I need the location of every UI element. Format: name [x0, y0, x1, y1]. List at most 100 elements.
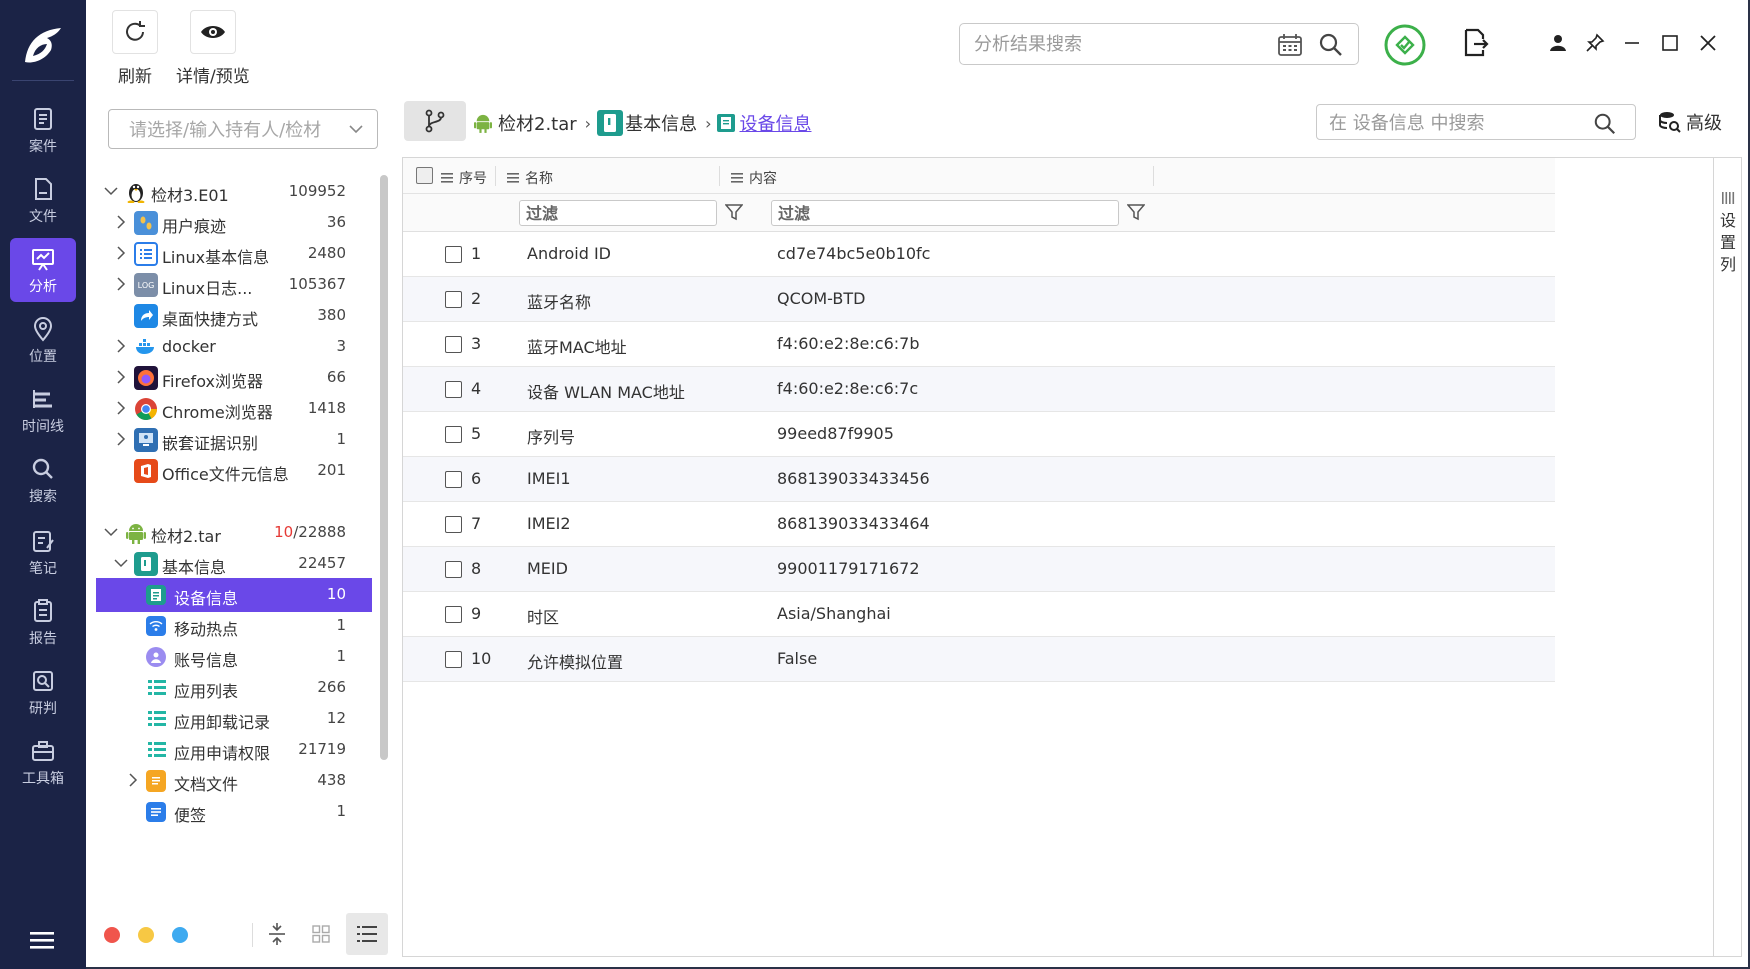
nav-timeline[interactable]: 时间线	[10, 378, 76, 442]
pin-button[interactable]	[1580, 28, 1610, 58]
list-view-button[interactable]	[346, 913, 388, 955]
chevron-down-icon[interactable]	[114, 556, 128, 570]
breadcrumb-item[interactable]: 检材2.tar	[474, 110, 577, 136]
refresh-button[interactable]: 刷新	[112, 10, 158, 87]
breadcrumb-item[interactable]: 基本信息	[597, 110, 697, 136]
table-row[interactable]: 8 MEID 99001179171672	[403, 547, 1555, 592]
yellow-status-dot[interactable]	[138, 927, 154, 943]
row-checkbox[interactable]	[445, 336, 462, 353]
nav-notes[interactable]: 笔记	[10, 520, 76, 584]
chevron-right-icon[interactable]	[114, 246, 128, 260]
grid-view-icon[interactable]	[312, 925, 330, 943]
row-checkbox[interactable]	[445, 381, 462, 398]
tree-node-account-info[interactable]: 账号信息 1	[96, 640, 376, 674]
chevron-right-icon[interactable]	[114, 215, 128, 229]
nav-toolbox[interactable]: 工具箱	[10, 730, 76, 794]
collapse-all-icon[interactable]	[266, 923, 288, 945]
chevron-right-icon[interactable]	[126, 773, 140, 787]
breadcrumb-item-current[interactable]: 设备信息	[717, 110, 811, 136]
holder-select[interactable]	[108, 109, 378, 149]
minimize-button[interactable]	[1617, 28, 1647, 58]
red-status-dot[interactable]	[104, 927, 120, 943]
chevron-right-icon[interactable]	[114, 432, 128, 446]
calendar-icon[interactable]	[1278, 34, 1302, 56]
tree-node-evidence-e01[interactable]: 检材3.E01 109952	[96, 175, 376, 209]
tree-node-user-traces[interactable]: 用户痕迹 36	[96, 206, 376, 240]
content-filter-input[interactable]	[772, 201, 1118, 225]
row-checkbox[interactable]	[445, 606, 462, 623]
advanced-search-button[interactable]: 高级	[1658, 109, 1722, 135]
tree-node-docker[interactable]: docker 3	[96, 330, 376, 364]
tree-node-desktop-shortcuts[interactable]: 桌面快捷方式 380	[96, 299, 376, 333]
blue-status-dot[interactable]	[172, 927, 188, 943]
row-checkbox[interactable]	[445, 561, 462, 578]
nav-judge[interactable]: 研判	[10, 660, 76, 724]
maximize-button[interactable]	[1655, 28, 1685, 58]
tree-node-memo[interactable]: 便签 1	[96, 795, 376, 829]
row-checkbox[interactable]	[445, 426, 462, 443]
row-checkbox[interactable]	[445, 246, 462, 263]
column-divider[interactable]	[1153, 166, 1154, 186]
table-row[interactable]: 6 IMEI1 868139033433456	[403, 457, 1555, 502]
header-name[interactable]: 名称	[507, 168, 553, 188]
tree-node-linux-basic-info[interactable]: Linux基本信息 2480	[96, 237, 376, 271]
chevron-right-icon[interactable]	[114, 401, 128, 415]
row-checkbox[interactable]	[445, 471, 462, 488]
tree-node-documents[interactable]: 文档文件 438	[96, 764, 376, 798]
nav-case[interactable]: 案件	[10, 98, 76, 162]
table-row[interactable]: 7 IMEI2 868139033433464	[403, 502, 1555, 547]
column-divider[interactable]	[719, 166, 720, 186]
search-icon[interactable]	[1318, 32, 1344, 58]
table-row[interactable]: 2 蓝牙名称 QCOM-BTD	[403, 277, 1555, 322]
nav-file[interactable]: 文件	[10, 168, 76, 232]
tree-node-app-list[interactable]: 应用列表 266	[96, 671, 376, 705]
row-checkbox[interactable]	[445, 651, 462, 668]
tree-node-basic-info[interactable]: 基本信息 22457	[96, 547, 376, 581]
table-row[interactable]: 1 Android ID cd7e74bc5e0b10fc	[403, 232, 1555, 277]
detail-preview-button[interactable]: 详情/预览	[176, 10, 250, 87]
column-divider[interactable]	[495, 166, 496, 186]
table-row[interactable]: 10 允许模拟位置 False	[403, 637, 1555, 682]
tree-node-office-meta[interactable]: Office文件元信息 201	[96, 454, 376, 488]
chevron-right-icon[interactable]	[114, 370, 128, 384]
nav-report[interactable]: 报告	[10, 590, 76, 654]
nav-search[interactable]: 搜索	[10, 448, 76, 512]
branch-view-button[interactable]	[404, 101, 466, 141]
row-checkbox[interactable]	[445, 291, 462, 308]
header-index[interactable]: 序号	[441, 168, 487, 188]
tree-node-evidence-tar[interactable]: 检材2.tar 10/22888	[96, 516, 376, 550]
chevron-right-icon[interactable]	[114, 277, 128, 291]
nav-location[interactable]: 位置	[10, 308, 76, 372]
export-button[interactable]	[1461, 28, 1491, 58]
chevron-down-icon[interactable]	[104, 525, 118, 539]
security-shield-button[interactable]	[1383, 23, 1427, 67]
row-checkbox[interactable]	[445, 516, 462, 533]
tree-node-app-uninstall[interactable]: 应用卸载记录 12	[96, 702, 376, 736]
tree-node-app-permissions[interactable]: 应用申请权限 21719	[96, 733, 376, 767]
table-row[interactable]: 9 时区 Asia/Shanghai	[403, 592, 1555, 637]
table-row[interactable]: 5 序列号 99eed87f9905	[403, 412, 1555, 457]
tree-node-device-info[interactable]: 设备信息 10	[96, 578, 372, 612]
tree-scrollbar[interactable]	[380, 175, 388, 760]
name-filter-input[interactable]	[520, 201, 716, 225]
hamburger-menu-icon[interactable]	[30, 930, 56, 950]
column-settings-panel[interactable]: 设置列	[1713, 158, 1741, 956]
filter-funnel-icon[interactable]	[1127, 203, 1145, 221]
chevron-down-icon[interactable]	[104, 184, 118, 198]
header-content[interactable]: 内容	[731, 168, 777, 188]
select-all-checkbox[interactable]	[416, 167, 433, 184]
table-row[interactable]: 4 设备 WLAN MAC地址 f4:60:e2:8e:c6:7c	[403, 367, 1555, 412]
tree-node-firefox[interactable]: Firefox浏览器 66	[96, 361, 376, 395]
nav-analysis[interactable]: 分析	[10, 238, 76, 302]
tree-node-linux-logs[interactable]: LOG Linux日志... 105367	[96, 268, 376, 302]
tree-node-chrome[interactable]: Chrome浏览器 1418	[96, 392, 376, 426]
search-icon[interactable]	[1593, 112, 1617, 136]
tree-node-mobile-hotspot[interactable]: 移动热点 1	[96, 609, 376, 643]
holder-input[interactable]	[129, 118, 339, 142]
chevron-right-icon[interactable]	[114, 339, 128, 353]
table-row[interactable]: 3 蓝牙MAC地址 f4:60:e2:8e:c6:7b	[403, 322, 1555, 367]
tree-node-nested-evidence[interactable]: 嵌套证据识别 1	[96, 423, 376, 457]
filter-funnel-icon[interactable]	[725, 203, 743, 221]
close-button[interactable]	[1693, 28, 1723, 58]
analysis-search-input[interactable]	[974, 32, 1264, 56]
